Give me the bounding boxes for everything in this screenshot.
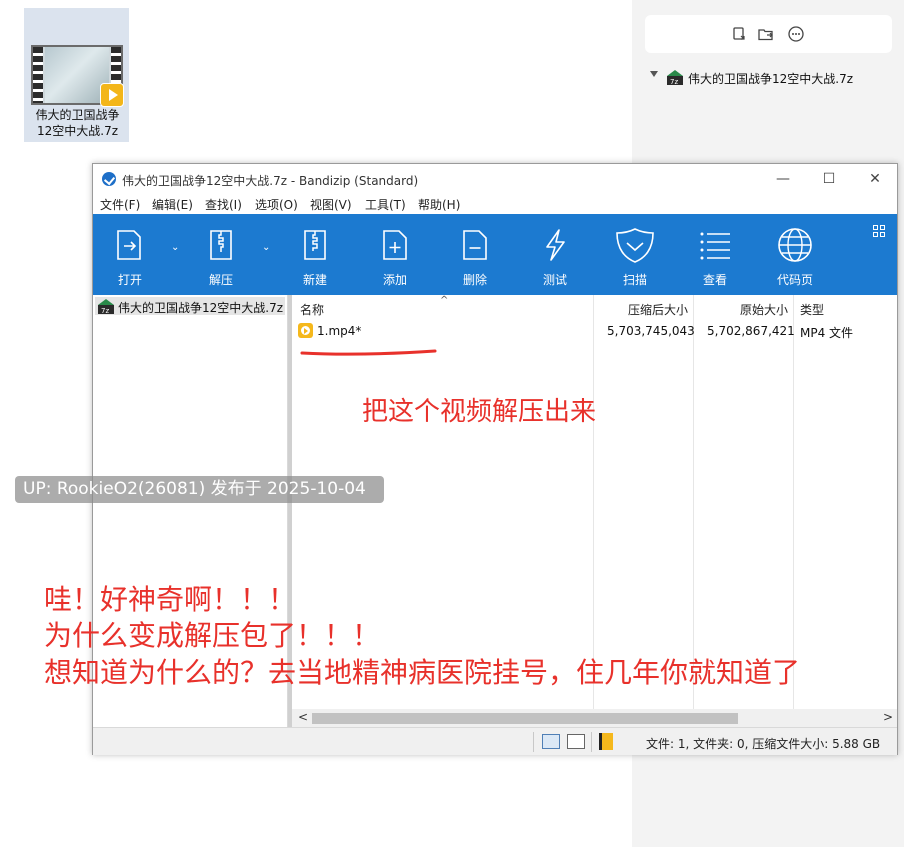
view-button[interactable]: 查看 [680,214,750,295]
add-icon [383,230,407,260]
sort-caret-icon: ^ [440,295,449,306]
annotation-text-top: 把这个视频解压出来 [362,397,597,427]
menu-edit[interactable]: 编辑(E) [152,196,193,213]
extract-dropdown-icon[interactable]: ⌄ [262,242,270,253]
uploader-badge: UP: RookieO2(26081) 发布于 2025-10-04 [15,476,384,503]
annotation-line-3: 想知道为什么的？去当地精神病医院挂号，住几年你就知道了 [44,656,801,689]
toolbar: 打开 ⌄ 解压 ⌄ 新建 添加 删除 测试 扫描 查看 代码页 [93,214,897,295]
globe-icon [778,228,812,262]
explorer-tree-label: 伟大的卫国战争12空中大战.7z [688,72,854,86]
extract-icon [210,230,232,260]
menu-find[interactable]: 查找(I) [205,196,242,213]
horizontal-scrollbar[interactable]: < > [292,709,897,727]
archive-7z-icon: 7z [667,70,683,86]
open-button[interactable]: 打开 [95,214,165,295]
file-type: MP4 文件 [800,326,854,340]
video-file-icon [298,323,313,338]
menu-tools[interactable]: 工具(T) [365,196,406,213]
details-view-icon[interactable] [542,734,560,749]
column-divider [593,295,594,709]
codepage-button[interactable]: 代码页 [760,214,830,295]
minimize-button[interactable]: — [760,166,806,192]
svg-text:7z: 7z [101,307,109,315]
menu-bar: 文件(F) 编辑(E) 查找(I) 选项(O) 视图(V) 工具(T) 帮助(H… [93,194,897,214]
archive-tree-item[interactable]: 7z 伟大的卫国战争12空中大战.7z [95,297,285,315]
title-bar: 伟大的卫国战争12空中大战.7z - Bandizip (Standard) —… [93,164,897,194]
delete-icon [463,230,487,260]
column-header-packed[interactable]: 压缩后大小 [628,301,688,318]
list-view-icon [700,232,730,260]
archive-tree-label: 伟大的卫国战争12空中大战.7z [118,301,284,315]
status-divider [533,732,534,752]
window-title: 伟大的卫国战争12空中大战.7z - Bandizip (Standard) [122,174,419,188]
annotation-line-2: 为什么变成解压包了！！！ [44,619,381,652]
desktop: 伟大的卫国战争12空中大战.7z 7z 伟大的卫国战争12空中大战.7z 伟大的… [0,0,904,847]
new-archive-icon [304,230,326,260]
menu-file[interactable]: 文件(F) [100,196,140,213]
player-badge-icon [100,83,124,107]
menu-view[interactable]: 视图(V) [310,196,352,213]
scroll-right-icon[interactable]: > [883,710,893,724]
red-underline-annotation [300,349,437,356]
lightning-icon [546,229,565,261]
scroll-thumb[interactable] [312,713,738,724]
status-bar: 文件: 1, 文件夹: 0, 压缩文件大小: 5.88 GB [93,727,897,755]
annotation-line-1: 哇！好神奇啊！！！ [44,583,297,616]
maximize-button[interactable]: ☐ [806,166,852,192]
icon-view-icon[interactable] [567,734,585,749]
desktop-file-icon[interactable]: 伟大的卫国战争12空中大战.7z [24,8,129,142]
column-header-size[interactable]: 原始大小 [740,301,788,318]
archive-7z-icon: 7z [98,299,114,315]
bandizip-logo-icon [102,172,116,186]
explorer-tree-item[interactable]: 7z 伟大的卫国战争12空中大战.7z [650,68,900,88]
close-button[interactable]: ✕ [852,166,898,192]
explorer-toolbar [645,15,892,53]
extract-button[interactable]: 解压 [186,214,256,295]
move-folder-icon[interactable] [758,26,774,42]
file-original-size: 5,702,867,421 [707,324,795,338]
scroll-left-icon[interactable]: < [298,710,308,724]
menu-options[interactable]: 选项(O) [255,196,298,213]
delete-button[interactable]: 删除 [440,214,510,295]
status-text: 文件: 1, 文件夹: 0, 压缩文件大小: 5.88 GB [646,737,881,751]
column-divider [793,295,794,709]
test-button[interactable]: 测试 [520,214,590,295]
desktop-file-label: 伟大的卫国战争12空中大战.7z [35,108,120,138]
column-header-type[interactable]: 类型 [800,301,824,318]
layout-grid-icon[interactable] [873,225,885,237]
archive-info-icon[interactable] [599,733,613,750]
open-icon [117,230,141,260]
shield-icon [616,228,654,263]
menu-help[interactable]: 帮助(H) [418,196,460,213]
expand-arrow-icon[interactable] [650,71,658,77]
column-header-name[interactable]: 名称 [300,301,324,318]
column-divider [693,295,694,709]
open-dropdown-icon[interactable]: ⌄ [171,242,179,253]
file-list: ^ 名称 压缩后大小 原始大小 类型 1.mp4* 5,703,745,043 … [292,295,897,709]
file-name: 1.mp4* [317,324,362,338]
more-icon[interactable] [788,26,804,42]
file-packed-size: 5,703,745,043 [607,324,695,338]
add-button[interactable]: 添加 [360,214,430,295]
status-divider [591,732,592,752]
scan-button[interactable]: 扫描 [600,214,670,295]
svg-text:7z: 7z [670,78,678,86]
copy-icon[interactable] [732,26,748,42]
new-button[interactable]: 新建 [280,214,350,295]
